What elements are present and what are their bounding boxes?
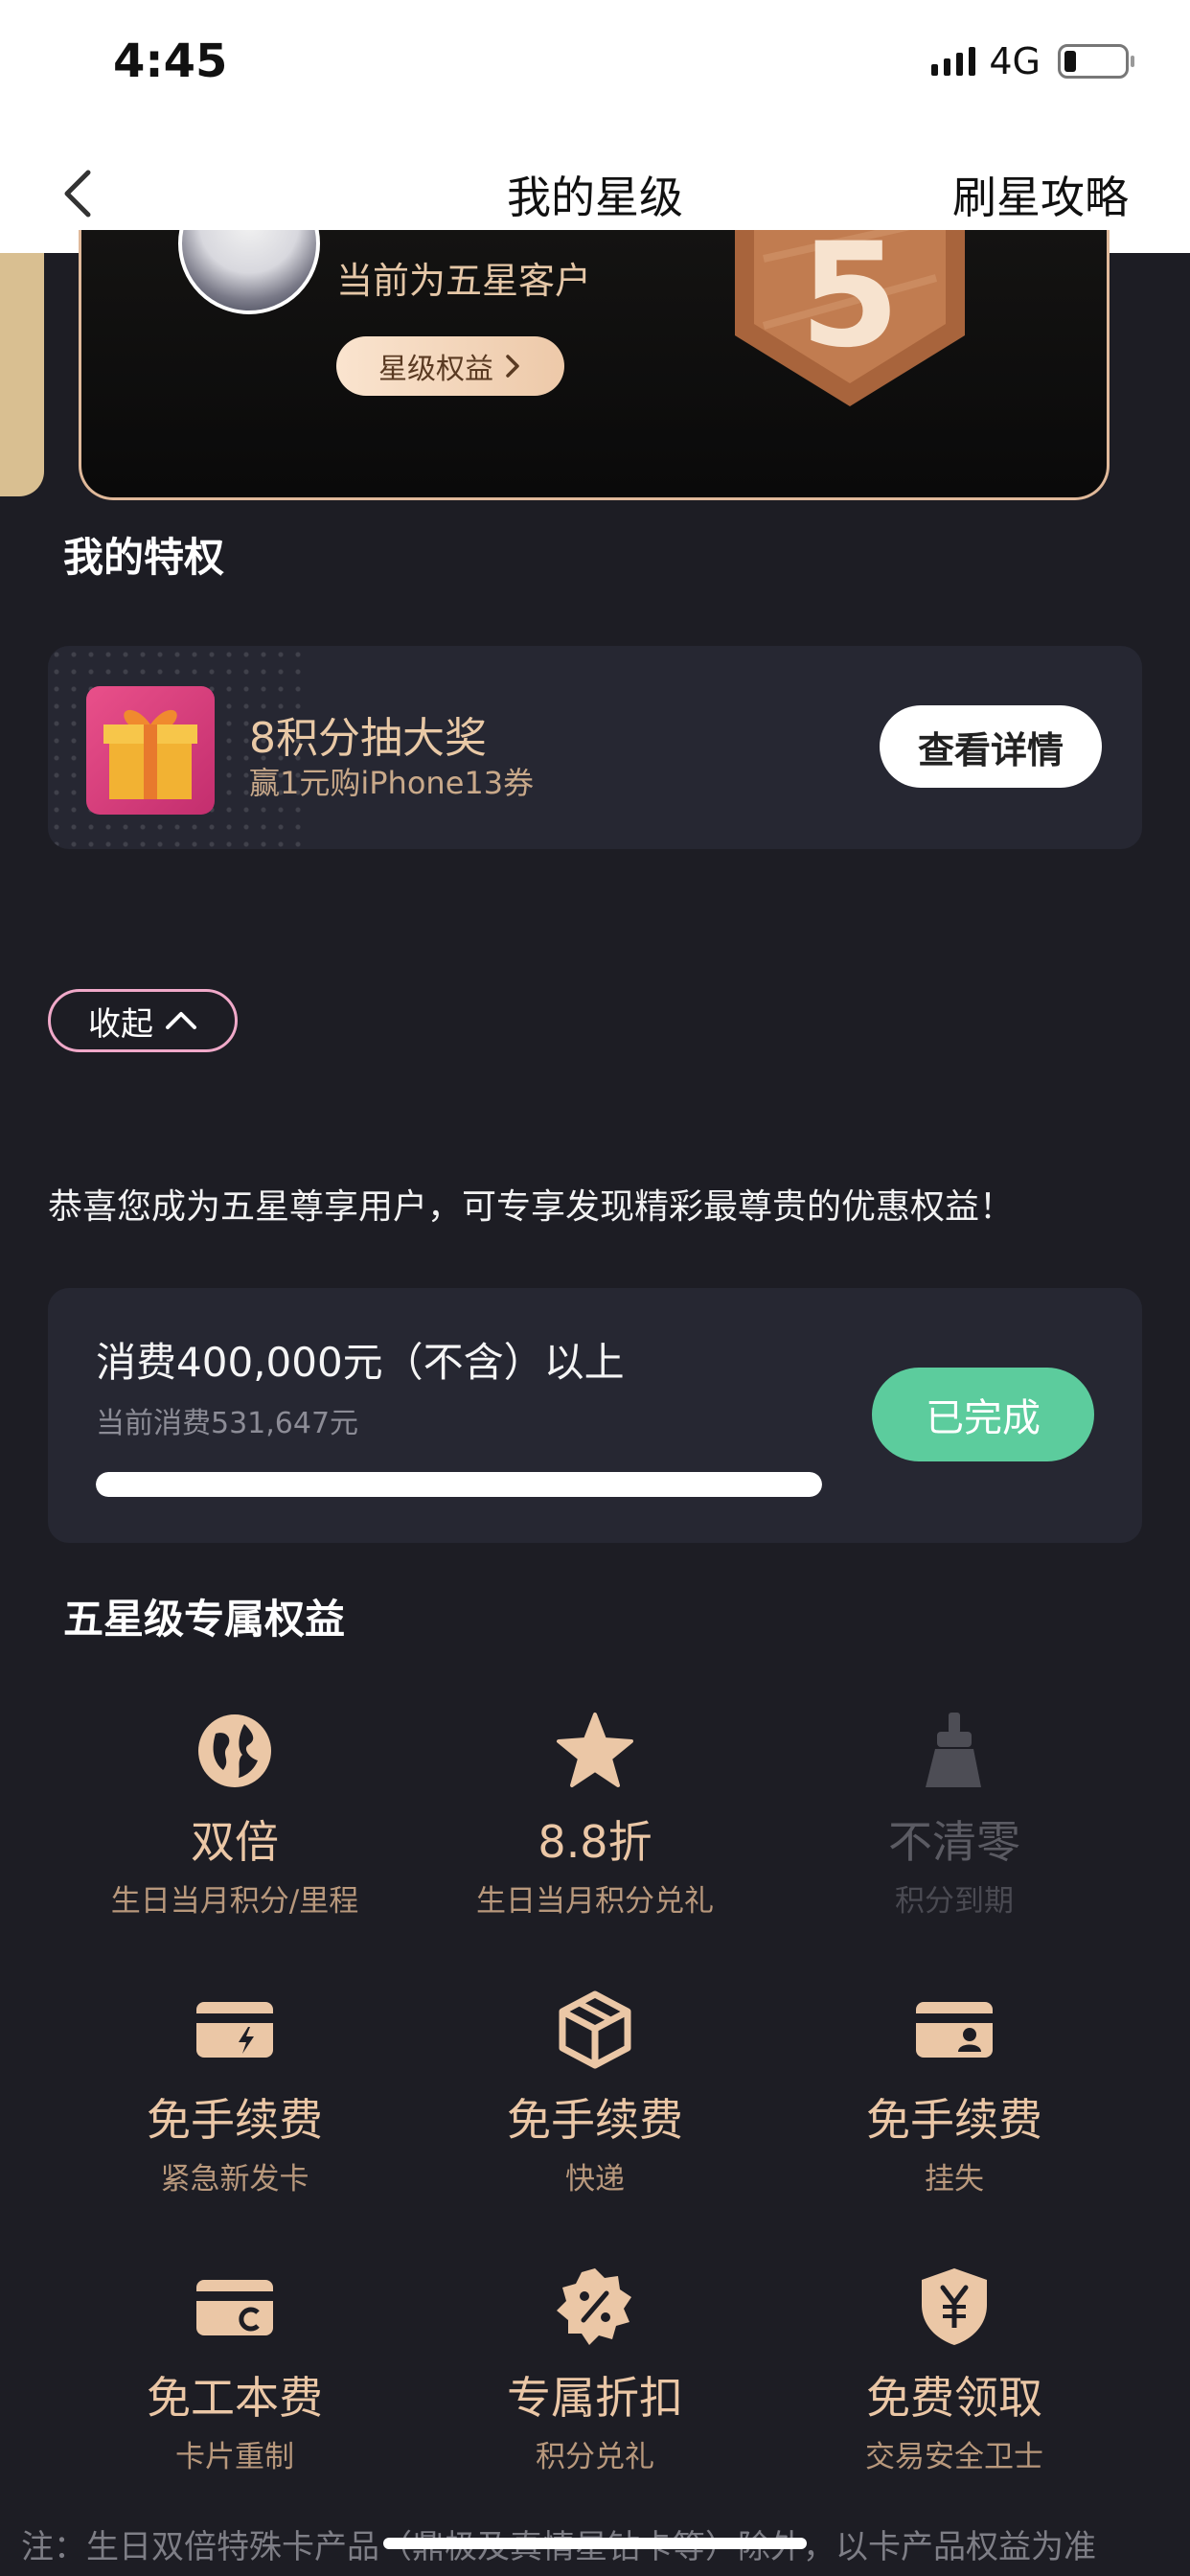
benefit-item-emergency-card[interactable]: 免手续费 紧急新发卡 <box>53 1986 417 2197</box>
view-details-button[interactable]: 查看详情 <box>880 705 1102 788</box>
badge-number: 5 <box>800 230 900 380</box>
shield-yen-icon <box>911 2264 997 2350</box>
status-time: 4:45 <box>113 34 228 88</box>
promo-card[interactable]: 8积分抽大奖 赢1元购iPhone13券 查看详情 <box>48 646 1142 849</box>
star-guide-link[interactable]: 刷星攻略 <box>952 163 1129 226</box>
card-flash-icon <box>192 1986 278 2072</box>
chevron-up-icon <box>166 1012 196 1029</box>
benefit-title: 专属折扣 <box>507 2372 683 2424</box>
star-benefits-label: 星级权益 <box>378 353 493 386</box>
benefit-title: 不清零 <box>888 1816 1020 1868</box>
status-bar: 4:45 4G <box>0 0 1190 134</box>
globe-icon <box>192 1708 278 1794</box>
benefit-subtitle: 紧急新发卡 <box>160 2162 309 2196</box>
benefit-item-security-guard[interactable]: 免费领取 交易安全卫士 <box>772 2264 1136 2475</box>
promo-subtitle: 赢1元购iPhone13券 <box>249 765 535 801</box>
network-type: 4G <box>989 40 1041 82</box>
avatar <box>178 230 320 314</box>
congrats-text: 恭喜您成为五星尊享用户，可专享发现精彩最尊贵的优惠权益！ <box>48 1187 1015 1227</box>
discount-icon <box>552 2264 638 2350</box>
requirement-card: 消费400,000元（不含）以上 当前消费531,647元 已完成 <box>48 1288 1142 1543</box>
progress-bar <box>96 1472 822 1497</box>
star-benefits-button[interactable]: 星级权益 <box>336 336 564 396</box>
requirement-text: 消费400,000元（不含）以上 <box>96 1339 625 1386</box>
benefit-subtitle: 生日当月积分/里程 <box>110 1884 359 1919</box>
current-spend-text: 当前消费531,647元 <box>96 1407 359 1440</box>
level-badge-icon: 5 <box>735 230 965 406</box>
benefit-item-no-expire[interactable]: 不清零 积分到期 <box>772 1708 1136 1920</box>
benefit-title: 免手续费 <box>147 2094 323 2146</box>
battery-icon <box>1058 44 1134 79</box>
home-indicator[interactable] <box>383 2538 807 2549</box>
benefit-subtitle: 积分到期 <box>895 1884 1014 1919</box>
exclusive-title: 五星级专属权益 <box>63 1596 346 1643</box>
collapse-button[interactable]: 收起 <box>48 989 238 1052</box>
benefit-title: 8.8折 <box>538 1816 652 1868</box>
side-card-edge[interactable] <box>0 253 44 496</box>
benefit-item-discount-88[interactable]: 8.8折 生日当月积分兑礼 <box>413 1708 777 1920</box>
progress-fill <box>96 1472 822 1497</box>
benefit-subtitle: 挂失 <box>925 2162 984 2196</box>
benefit-subtitle: 生日当月积分兑礼 <box>476 1884 714 1919</box>
signal-icon <box>931 47 976 76</box>
benefit-item-card-remake[interactable]: 免工本费 卡片重制 <box>53 2264 417 2475</box>
benefit-title: 免工本费 <box>147 2372 323 2424</box>
card-person-icon <box>911 1986 997 2072</box>
benefit-subtitle: 交易安全卫士 <box>865 2440 1043 2474</box>
chevron-right-icon <box>506 355 519 378</box>
star-icon <box>552 1708 638 1794</box>
benefit-item-report-loss[interactable]: 免手续费 挂失 <box>772 1986 1136 2197</box>
status-indicators: 4G <box>931 40 1134 82</box>
benefit-subtitle: 快递 <box>565 2162 625 2196</box>
completed-button[interactable]: 已完成 <box>872 1368 1094 1461</box>
gift-icon <box>86 686 215 815</box>
benefit-item-express[interactable]: 免手续费 快递 <box>413 1986 777 2197</box>
package-icon <box>552 1986 638 2072</box>
benefit-title: 免费领取 <box>866 2372 1042 2424</box>
benefit-item-double-points[interactable]: 双倍 生日当月积分/里程 <box>53 1708 417 1920</box>
benefit-subtitle: 卡片重制 <box>175 2440 294 2474</box>
promo-title: 8积分抽大奖 <box>249 714 487 763</box>
benefit-item-exclusive-discount[interactable]: 专属折扣 积分兑礼 <box>413 2264 777 2475</box>
collapse-label: 收起 <box>88 1004 153 1044</box>
level-text: 当前为五星客户 <box>336 260 592 302</box>
card-refresh-icon <box>192 2264 278 2350</box>
benefit-title: 免手续费 <box>866 2094 1042 2146</box>
benefit-title: 双倍 <box>191 1816 279 1868</box>
benefit-title: 免手续费 <box>507 2094 683 2146</box>
privileges-title: 我的特权 <box>63 534 225 581</box>
broom-icon <box>911 1708 997 1794</box>
benefit-subtitle: 积分兑礼 <box>536 2440 654 2474</box>
star-level-card: 当前为五星客户 星级权益 5 <box>79 230 1110 500</box>
